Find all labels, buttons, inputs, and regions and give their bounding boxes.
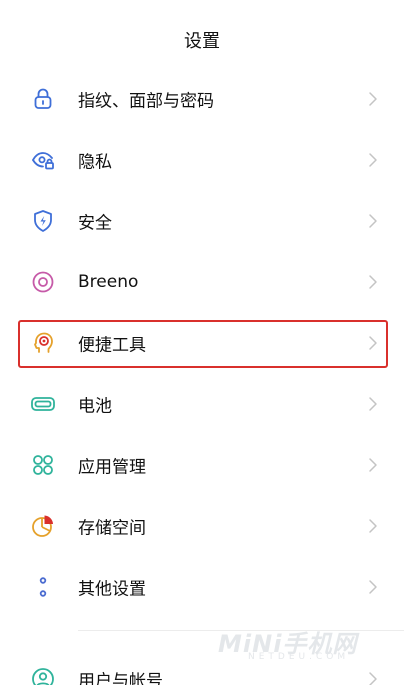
settings-item-label: 用户与帐号 [78,671,163,685]
chevron-right-icon [368,274,378,290]
settings-item-label: 存储空间 [78,518,146,538]
user-icon [30,666,56,685]
watermark-logo: MiNi手机网 NETDEU.COM [218,624,388,666]
settings-item-label: Breeno [78,271,139,292]
settings-item-battery[interactable]: 电池 [0,373,404,434]
settings-item-security[interactable]: 安全 [0,190,404,251]
chevron-right-icon [368,213,378,229]
chevron-right-icon [368,518,378,534]
chevron-right-icon [368,579,378,595]
storage-pie-icon [30,513,56,539]
lock-icon [30,86,56,112]
settings-item-privacy[interactable]: 隐私 [0,129,404,190]
breeno-icon [30,269,56,295]
eye-privacy-icon [30,147,56,173]
chevron-right-icon [368,396,378,412]
chevron-right-icon [368,671,378,685]
settings-item-label: 隐私 [78,152,112,172]
settings-page: 设置 指纹、面部与密码 隐私 安全 Breeno 便捷工具 电池 应用管理 存储… [0,0,404,685]
watermark-subtext: NETDEU.COM [248,652,350,662]
battery-icon [30,391,56,417]
more-dots-icon [30,574,56,600]
settings-item-storage[interactable]: 存储空间 [0,495,404,556]
chevron-right-icon [368,152,378,168]
chevron-right-icon [368,457,378,473]
page-title: 设置 [184,31,220,52]
settings-item-fingerprint-face-password[interactable]: 指纹、面部与密码 [0,68,404,129]
apps-grid-icon [30,452,56,478]
shield-icon [30,208,56,234]
settings-item-other-settings[interactable]: 其他设置 [0,556,404,617]
settings-item-label: 应用管理 [78,457,146,477]
settings-item-breeno[interactable]: Breeno [0,251,404,312]
settings-item-label: 指纹、面部与密码 [78,91,214,111]
settings-item-label: 安全 [78,213,112,233]
highlight-box [18,320,388,368]
settings-item-label: 电池 [78,396,112,416]
settings-item-app-management[interactable]: 应用管理 [0,434,404,495]
chevron-right-icon [368,91,378,107]
settings-item-label: 其他设置 [78,579,146,599]
